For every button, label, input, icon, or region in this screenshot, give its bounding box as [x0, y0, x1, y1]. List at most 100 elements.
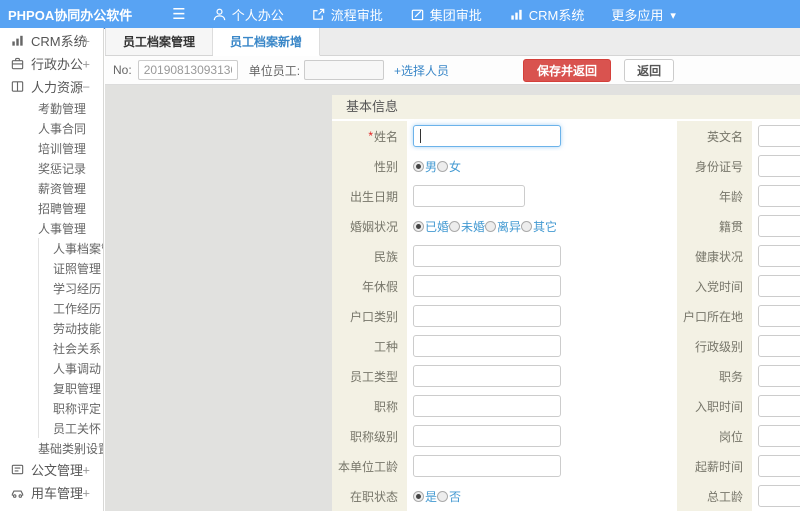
sidebar-item[interactable]: 人事管理 −: [0, 218, 103, 238]
sidebar-item[interactable]: 薪资管理 +: [0, 178, 103, 198]
form-text-input[interactable]: [758, 485, 800, 507]
form-label-cell: 户口所在地: [677, 301, 752, 331]
form-text-input[interactable]: [413, 305, 561, 327]
form-text-input[interactable]: [758, 275, 800, 297]
sidebar-item[interactable]: 职称评定: [38, 398, 103, 418]
radio-selected-icon[interactable]: [413, 160, 424, 172]
form-label-cell: 籍贯: [677, 211, 752, 241]
sidebar-item-label: 基础类别设置: [38, 441, 103, 456]
form-label-cell: 民族: [332, 241, 407, 271]
radio-option[interactable]: 是: [413, 488, 437, 505]
radio-option[interactable]: 男: [413, 158, 437, 175]
radio-option[interactable]: 已婚: [413, 218, 449, 235]
topnav-item[interactable]: 流程审批: [311, 5, 383, 24]
radio-unselected-icon[interactable]: [485, 220, 497, 232]
radio-unselected-icon[interactable]: [437, 160, 449, 172]
form-label: 姓名: [373, 129, 398, 144]
no-input[interactable]: [137, 60, 238, 80]
form-text-input[interactable]: [758, 245, 800, 267]
form-field-cell: [407, 451, 677, 481]
form-label-cell: 本单位工龄: [332, 451, 407, 481]
expand-icon[interactable]: +: [82, 33, 90, 48]
form-text-input[interactable]: [413, 245, 561, 267]
radio-selected-icon[interactable]: [413, 220, 424, 232]
form-text-input[interactable]: [758, 125, 800, 147]
form-text-input[interactable]: [413, 425, 561, 447]
sidebar-item[interactable]: 人力资源 −: [0, 75, 103, 98]
radio-selected-icon[interactable]: [413, 490, 424, 502]
form-text-input[interactable]: [758, 215, 800, 237]
sidebar-item[interactable]: 用车管理 +: [0, 481, 103, 504]
sidebar-item[interactable]: 公文管理 +: [0, 458, 103, 481]
collapse-icon[interactable]: −: [74, 221, 82, 236]
topnav-item[interactable]: 集团审批: [410, 5, 482, 24]
form-text-input[interactable]: [413, 395, 561, 417]
save-and-return-button[interactable]: 保存并返回: [523, 58, 612, 82]
topnav-item[interactable]: CRM系统: [509, 5, 584, 24]
form-label-cell: 职务: [677, 361, 752, 391]
radio-unselected-icon[interactable]: [437, 490, 449, 502]
sidebar-item[interactable]: 学习经历: [38, 278, 103, 298]
form-text-input[interactable]: [413, 275, 561, 297]
form-label: 健康状况: [694, 249, 743, 264]
select-person-link[interactable]: +选择人员: [394, 62, 449, 79]
sidebar-item-label: 证照管理: [53, 261, 102, 276]
sidebar-item[interactable]: 社会关系: [38, 338, 103, 358]
sidebar-item[interactable]: 行政办公 +: [0, 52, 103, 75]
sidebar-item[interactable]: 员工关怀: [38, 418, 103, 438]
form-field-cell: [407, 241, 677, 271]
form-field-cell: [407, 421, 677, 451]
radio-option[interactable]: 离异: [485, 218, 521, 235]
form-text-input[interactable]: [758, 455, 800, 477]
sidebar-item[interactable]: 培训管理: [0, 138, 103, 158]
sidebar-item[interactable]: 考勤管理: [0, 98, 103, 118]
form-text-input[interactable]: [758, 425, 800, 447]
expand-icon[interactable]: +: [74, 201, 82, 216]
tab-employee-archive-management[interactable]: 员工档案管理: [105, 28, 214, 55]
sidebar-item[interactable]: 基础类别设置 +: [0, 438, 103, 458]
sidebar-item[interactable]: 工作经历: [38, 298, 103, 318]
radio-unselected-icon[interactable]: [521, 220, 533, 232]
expand-icon[interactable]: +: [74, 441, 82, 456]
expand-icon[interactable]: +: [82, 485, 90, 500]
expand-icon[interactable]: +: [82, 462, 90, 477]
form-text-input[interactable]: [758, 395, 800, 417]
sidebar-item[interactable]: 人事调动: [38, 358, 103, 378]
car-icon: [10, 485, 25, 500]
sidebar-item[interactable]: 复职管理: [38, 378, 103, 398]
tab-employee-archive-new[interactable]: 员工档案新增: [213, 28, 321, 56]
radio-option[interactable]: 其它: [521, 218, 557, 235]
sidebar-item[interactable]: 招聘管理 +: [0, 198, 103, 218]
form-label-cell: 岗位: [677, 421, 752, 451]
sidebar-item[interactable]: 人事档案管理: [38, 238, 103, 258]
expand-icon[interactable]: +: [82, 56, 90, 71]
sidebar-item[interactable]: 证照管理: [38, 258, 103, 278]
unit-employee-input[interactable]: [304, 60, 385, 80]
content-area: 基本信息 * 姓名 英文名 性别男女身份证号 出生日期 年龄 婚姻状况 已婚 未婚 离异 其它 籍贯民…: [105, 85, 800, 511]
topnav-item[interactable]: 个人办公: [212, 5, 284, 24]
sidebar-item[interactable]: CRM系统 +: [0, 29, 103, 52]
menu-icon[interactable]: ☰: [172, 7, 185, 22]
expand-icon[interactable]: +: [74, 181, 82, 196]
sidebar-item[interactable]: 奖惩记录: [0, 158, 103, 178]
sidebar-item[interactable]: 劳动技能: [38, 318, 103, 338]
topnav-item[interactable]: 更多应用 ▾: [611, 5, 676, 24]
back-button[interactable]: 返回: [624, 58, 675, 82]
form-text-input[interactable]: [758, 365, 800, 387]
radio-option[interactable]: 未婚: [449, 218, 485, 235]
form-text-input[interactable]: [758, 335, 800, 357]
form-text-input[interactable]: [758, 185, 800, 207]
sidebar-item[interactable]: 人事合同: [0, 118, 103, 138]
radio-option[interactable]: 否: [437, 488, 461, 505]
form-text-input[interactable]: [413, 185, 525, 207]
form-text-input[interactable]: [413, 365, 561, 387]
radio-unselected-icon[interactable]: [449, 220, 461, 232]
form-text-input[interactable]: [758, 155, 800, 177]
radio-option[interactable]: 女: [437, 158, 461, 175]
form-text-input[interactable]: [413, 335, 561, 357]
collapse-icon[interactable]: −: [82, 79, 90, 94]
form-text-input[interactable]: [758, 305, 800, 327]
form-field-cell: [752, 331, 800, 361]
form-text-input[interactable]: [413, 455, 561, 477]
form-text-input[interactable]: [413, 125, 561, 147]
